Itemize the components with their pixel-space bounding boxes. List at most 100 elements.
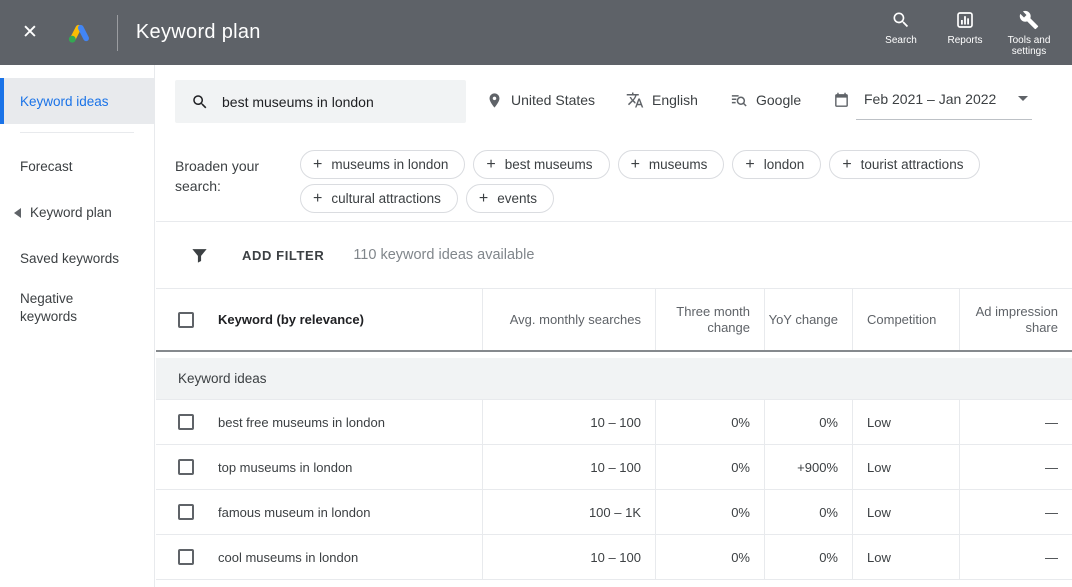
chip-best-museums[interactable]: + best museums [473, 150, 609, 179]
select-all-checkbox[interactable] [178, 312, 194, 328]
calendar-icon [833, 92, 850, 109]
chip-cultural-attractions[interactable]: + cultural attractions [300, 184, 458, 213]
table-row[interactable]: cool museums in london 10 – 100 0% 0% Lo… [156, 535, 1072, 580]
suggestion-chips: + museums in london + best museums + mus… [300, 145, 1040, 221]
topbar-actions: Search Reports [870, 8, 1072, 57]
keyword-search-box[interactable] [175, 80, 466, 123]
filter-funnel-icon[interactable] [190, 246, 209, 265]
chip-museums[interactable]: + museums [618, 150, 725, 179]
language-selector[interactable]: English [626, 65, 698, 135]
sidebar-item-label: Negative keywords [20, 290, 130, 326]
tools-settings-action-label: Tools and settings [998, 35, 1060, 57]
chip-label: tourist attractions [861, 157, 964, 172]
chip-museums-in-london[interactable]: + museums in london [300, 150, 465, 179]
plus-icon: + [745, 156, 754, 174]
keyword-planner-app: ✕ Keyword plan Search [0, 0, 1072, 587]
close-icon[interactable]: ✕ [22, 23, 38, 42]
tools-settings-action-button[interactable]: Tools and settings [998, 8, 1060, 57]
col-avg-monthly-searches[interactable]: Avg. monthly searches [482, 289, 655, 350]
yoy-change-cell: 0% [764, 400, 852, 444]
translate-icon [626, 91, 644, 109]
col-three-month-change[interactable]: Three month change [655, 289, 764, 350]
three-month-change-cell: 0% [655, 400, 764, 444]
col-yoy-change[interactable]: YoY change [764, 289, 852, 350]
chip-events[interactable]: + events [466, 184, 554, 213]
network-value: Google [756, 92, 801, 108]
ad-impression-share-cell: — [959, 400, 1072, 444]
chip-tourist-attractions[interactable]: + tourist attractions [829, 150, 980, 179]
network-selector[interactable]: Google [730, 65, 801, 135]
wrench-icon [1019, 10, 1039, 30]
broaden-search-label: Broaden your search: [175, 156, 271, 221]
three-month-change-cell: 0% [655, 490, 764, 534]
search-action-button[interactable]: Search [870, 8, 932, 46]
col-ad-impression-share[interactable]: Ad impression share [959, 289, 1072, 350]
date-range-value: Feb 2021 – Jan 2022 [864, 91, 996, 107]
sidebar-item-keyword-ideas[interactable]: Keyword ideas [0, 78, 154, 124]
avg-searches-cell: 100 – 1K [482, 490, 655, 534]
sidebar-item-keyword-plan[interactable]: Keyword plan [0, 200, 154, 225]
reports-action-button[interactable]: Reports [934, 8, 996, 46]
keyword-search-input[interactable] [222, 94, 452, 110]
table-row[interactable]: famous museum in london 100 – 1K 0% 0% L… [156, 490, 1072, 535]
reports-action-label: Reports [947, 35, 982, 46]
ad-impression-share-cell: — [959, 535, 1072, 579]
col-competition[interactable]: Competition [852, 289, 959, 350]
table-row[interactable]: best free museums in london 10 – 100 0% … [156, 400, 1072, 445]
back-arrow-icon [14, 208, 21, 218]
plus-icon: + [313, 156, 322, 174]
page-title: Keyword plan [136, 21, 261, 44]
table-header-row: Keyword (by relevance) Avg. monthly sear… [156, 288, 1072, 352]
plus-icon: + [631, 156, 640, 174]
topbar: ✕ Keyword plan Search [0, 0, 1072, 65]
avg-searches-cell: 10 – 100 [482, 445, 655, 489]
add-filter-button[interactable]: ADD FILTER [242, 248, 324, 263]
chip-london[interactable]: + london [732, 150, 821, 179]
sidebar-item-label: Forecast [20, 159, 73, 174]
sidebar-item-label: Keyword plan [30, 205, 112, 220]
competition-cell: Low [852, 445, 959, 489]
keyword-cell: cool museums in london [210, 535, 482, 579]
row-checkbox[interactable] [178, 549, 194, 565]
search-action-label: Search [885, 35, 917, 46]
avg-searches-cell: 10 – 100 [482, 400, 655, 444]
plan-controls-row: United States English [156, 65, 1072, 135]
yoy-change-cell: 0% [764, 490, 852, 534]
plus-icon: + [842, 156, 851, 174]
broaden-search-section: Broaden your search: + museums in london… [156, 135, 1072, 222]
keyword-ideas-count: 110 keyword ideas available [353, 247, 534, 263]
sidebar-item-negative-keywords[interactable]: Negative keywords [0, 290, 154, 326]
keyword-cell: top museums in london [210, 445, 482, 489]
date-range-selector[interactable]: Feb 2021 – Jan 2022 [833, 65, 1032, 135]
chip-label: cultural attractions [331, 191, 441, 206]
col-keyword[interactable]: Keyword (by relevance) [210, 289, 482, 350]
table-row[interactable]: top museums in london 10 – 100 0% +900% … [156, 445, 1072, 490]
plus-icon: + [479, 190, 488, 208]
section-header-keyword-ideas: Keyword ideas [156, 358, 1072, 400]
language-value: English [652, 92, 698, 108]
chevron-down-icon [1018, 96, 1028, 101]
header-checkbox-cell [156, 289, 210, 350]
chip-label: museums in london [331, 157, 448, 172]
sidebar-item-forecast[interactable]: Forecast [0, 154, 154, 179]
avg-searches-cell: 10 – 100 [482, 535, 655, 579]
search-icon [191, 93, 209, 111]
date-range-field[interactable]: Feb 2021 – Jan 2022 [856, 80, 1032, 120]
competition-cell: Low [852, 535, 959, 579]
ad-impression-share-cell: — [959, 445, 1072, 489]
keyword-cell: best free museums in london [210, 400, 482, 444]
location-selector[interactable]: United States [486, 65, 595, 135]
plus-icon: + [486, 156, 495, 174]
row-checkbox[interactable] [178, 504, 194, 520]
competition-cell: Low [852, 400, 959, 444]
search-icon [891, 10, 911, 30]
competition-cell: Low [852, 490, 959, 534]
three-month-change-cell: 0% [655, 535, 764, 579]
row-checkbox[interactable] [178, 459, 194, 475]
ad-impression-share-cell: — [959, 490, 1072, 534]
sidebar-item-saved-keywords[interactable]: Saved keywords [0, 246, 154, 271]
main-content: United States English [156, 65, 1072, 587]
topbar-divider [117, 15, 118, 51]
row-checkbox[interactable] [178, 414, 194, 430]
sidebar: Keyword ideas Forecast Keyword plan Save… [0, 65, 155, 587]
